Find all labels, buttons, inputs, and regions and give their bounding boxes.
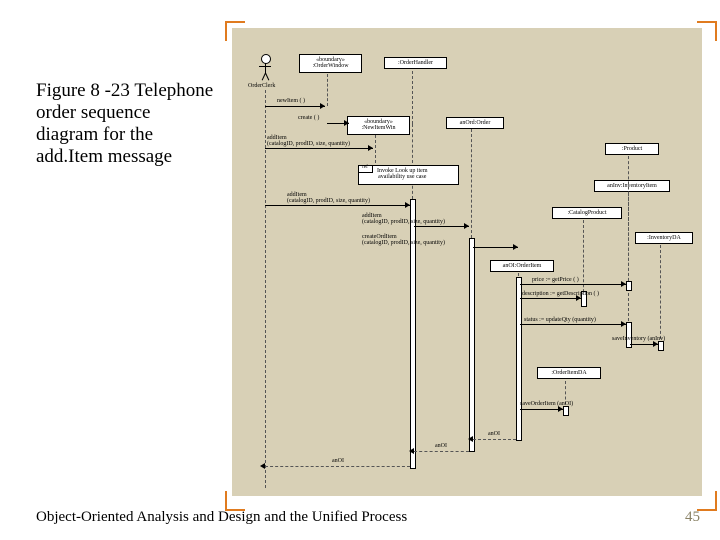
page-number: 45 xyxy=(685,509,700,526)
arrow xyxy=(265,148,373,149)
arrow xyxy=(520,324,626,325)
msg-price-get-price: price := getPrice ( ) xyxy=(532,277,579,283)
activation xyxy=(626,281,632,291)
slide: Figure 8 -23 Telephone order sequence di… xyxy=(0,0,720,540)
obj-new-item-win: «boundary»:NewItemWin xyxy=(347,116,410,135)
msg-ret-anoi-3: anOI xyxy=(332,458,344,464)
lifeline xyxy=(412,71,413,124)
actor-icon xyxy=(265,63,266,73)
obj-an-oi-order-item: anOI:OrderItem xyxy=(490,260,554,272)
obj-inventory-da: :InventoryDA xyxy=(635,232,693,244)
activation xyxy=(469,238,475,452)
lifeline xyxy=(412,124,413,199)
arrow xyxy=(265,205,410,206)
arrowhead-icon xyxy=(409,448,414,454)
msg-desc-get-desc: description := getDescription ( ) xyxy=(522,291,599,297)
activation xyxy=(563,406,569,416)
arrow xyxy=(265,106,325,107)
arrowhead-icon xyxy=(260,463,265,469)
obj-an-ord-order: anOrd:Order xyxy=(446,117,504,129)
lifeline xyxy=(471,129,472,238)
obj-product: :Product xyxy=(605,143,659,155)
arrowhead-icon xyxy=(320,103,325,109)
obj-order-window: «boundary»:OrderWindow xyxy=(299,54,362,73)
arrowhead-icon xyxy=(621,321,626,327)
obj-order-item-da: :OrderItemDA xyxy=(537,367,601,379)
arrowhead-icon xyxy=(621,281,626,287)
arrowhead-icon xyxy=(468,436,473,442)
footer-text: Object-Oriented Analysis and Design and … xyxy=(36,509,407,526)
msg-save-inventory: saveInventory (anInv) xyxy=(612,336,665,342)
msg-add-item-3: addItem(catalogID, prodID, size, quantit… xyxy=(362,213,445,226)
lifeline xyxy=(660,245,661,349)
arrowhead-icon xyxy=(368,145,373,151)
msg-status-update-qty: status := updateQty (quantity) xyxy=(524,317,596,323)
msg-create-ord-item: createOrdItem(catalogID, prodID, size, q… xyxy=(362,234,445,247)
sequence-diagram: OrderClerk «boundary»:OrderWindow :Order… xyxy=(232,28,702,496)
actor-icon xyxy=(259,66,271,67)
arrowhead-icon xyxy=(405,202,410,208)
arrow-return xyxy=(414,451,469,452)
lifeline xyxy=(265,90,266,488)
arrow xyxy=(520,409,563,410)
lifeline xyxy=(628,193,629,331)
actor-label: OrderClerk xyxy=(248,83,275,89)
arrow-return xyxy=(473,439,516,440)
arrow xyxy=(414,226,469,227)
msg-ret-anoi-2: anOI xyxy=(435,443,447,449)
activation xyxy=(658,341,664,351)
msg-new-item: newItem ( ) xyxy=(277,98,305,104)
arrowhead-icon xyxy=(464,223,469,229)
ref-label: ref xyxy=(358,165,373,173)
obj-an-inv-inventory-item: anInv:InventoryItem xyxy=(594,180,670,192)
arrowhead-icon xyxy=(344,120,349,126)
arrow-return xyxy=(265,466,410,467)
arrow xyxy=(520,298,581,299)
activation xyxy=(516,277,522,441)
msg-save-order-item: saveOrderItem (anOI) xyxy=(520,401,573,407)
actor-icon xyxy=(261,54,271,64)
obj-catalog-product: :CatalogProduct xyxy=(552,207,622,219)
arrow xyxy=(520,284,626,285)
msg-add-item-1: addItem(catalogID, prodID, size, quantit… xyxy=(267,135,350,148)
msg-invoke: Invoke Look up itemavailability use case xyxy=(377,168,428,181)
msg-create: create ( ) xyxy=(298,115,319,121)
lifeline xyxy=(327,74,328,106)
msg-add-item-2: addItem(catalogID, prodID, size, quantit… xyxy=(287,192,370,205)
obj-order-handler: :OrderHandler xyxy=(384,57,447,69)
arrowhead-icon xyxy=(513,244,518,250)
figure-caption: Figure 8 -23 Telephone order sequence di… xyxy=(36,80,216,167)
arrow xyxy=(473,247,518,248)
actor-icon xyxy=(265,73,269,81)
msg-ret-anoi-1: anOI xyxy=(488,431,500,437)
